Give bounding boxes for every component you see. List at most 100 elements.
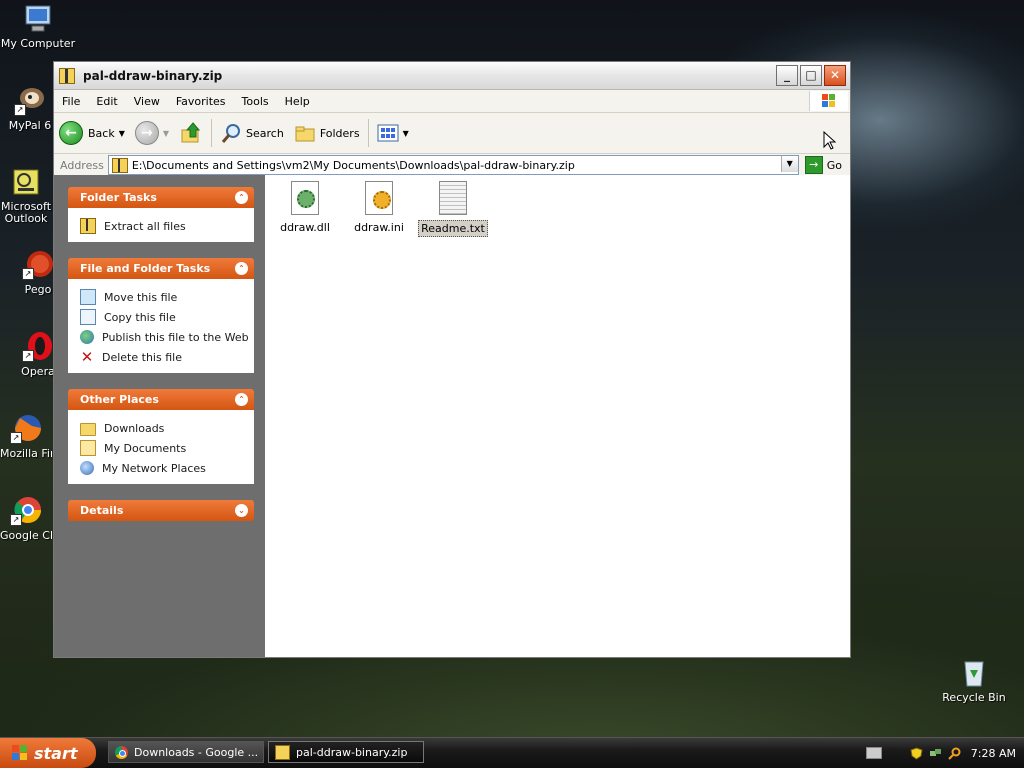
address-dropdown-button[interactable]: ▼	[780, 156, 798, 172]
file-item-readme-txt[interactable]: Readme.txt	[413, 181, 493, 237]
start-button[interactable]: start	[0, 738, 96, 768]
menu-favorites[interactable]: Favorites	[168, 95, 234, 108]
task-extract-all-files[interactable]: Extract all files	[80, 216, 254, 236]
taskbar-item-label: Downloads - Google ...	[134, 745, 259, 759]
close-button[interactable]: ✕	[824, 65, 846, 86]
desktop-icon-recycle-bin[interactable]: Recycle Bin	[936, 656, 1012, 704]
dll-file-icon	[291, 181, 319, 215]
clock[interactable]: 7:28 AM	[971, 747, 1016, 760]
taskbar-item-explorer[interactable]: pal-ddraw-binary.zip	[268, 741, 424, 763]
explorer-window: pal-ddraw-binary.zip _ □ ✕ File Edit Vie…	[53, 61, 851, 658]
folder-tasks-header[interactable]: Folder Tasks ⌃	[68, 187, 254, 208]
minimize-button[interactable]: _	[776, 65, 798, 86]
desktop-icon-label: Microsoft Outlook	[0, 201, 52, 225]
views-icon	[377, 124, 399, 142]
menu-bar: File Edit View Favorites Tools Help	[54, 90, 850, 113]
views-button[interactable]: ▼	[372, 117, 414, 149]
desktop-icon-my-computer[interactable]: My Computer	[0, 2, 76, 50]
task-label: Publish this file to the Web	[102, 330, 249, 344]
task-copy-file[interactable]: Copy this file	[80, 307, 254, 327]
chrome-icon: ↗	[10, 494, 42, 526]
file-name: ddraw.dll	[280, 221, 330, 234]
desktop-icon-mypal[interactable]: ↗ MyPal 6	[0, 84, 60, 132]
back-label: Back	[88, 126, 115, 140]
menu-file[interactable]: File	[54, 95, 88, 108]
maximize-button[interactable]: □	[800, 65, 822, 86]
group-title: File and Folder Tasks	[80, 262, 211, 275]
expand-icon[interactable]: ⌄	[235, 504, 248, 517]
windows-flag-icon	[822, 94, 836, 108]
window-title: pal-ddraw-binary.zip	[83, 68, 223, 83]
collapse-icon[interactable]: ⌃	[235, 393, 248, 406]
menu-tools[interactable]: Tools	[234, 95, 277, 108]
file-item-ddraw-dll[interactable]: ddraw.dll	[265, 181, 345, 235]
zip-folder-icon	[59, 67, 75, 84]
desktop-icon-label: MyPal 6	[8, 119, 52, 132]
network-places-icon	[80, 461, 94, 475]
place-my-network-places[interactable]: My Network Places	[80, 458, 254, 478]
desktop-icon-label: Google Chrome	[0, 529, 52, 542]
folders-label: Folders	[319, 126, 360, 140]
collapse-icon[interactable]: ⌃	[235, 262, 248, 275]
ini-file-icon	[365, 181, 393, 215]
taskbar-item-chrome[interactable]: Downloads - Google ...	[108, 741, 264, 763]
network-icon[interactable]	[929, 747, 942, 760]
back-arrow-icon: ←	[59, 121, 83, 145]
task-publish-web[interactable]: Publish this file to the Web	[80, 327, 254, 347]
folder-tasks-body: Extract all files	[68, 208, 254, 242]
desktop-icon-outlook[interactable]: Microsoft Outlook	[0, 166, 52, 225]
go-button[interactable]: → Go	[804, 156, 842, 174]
chevron-down-icon[interactable]: ▼	[119, 129, 125, 138]
windows-flag-icon	[12, 745, 28, 761]
file-name: ddraw.ini	[354, 221, 404, 234]
search-icon[interactable]	[948, 747, 961, 760]
up-folder-icon	[181, 122, 201, 143]
opera-icon: ↗	[22, 330, 54, 362]
task-label: Copy this file	[104, 310, 176, 324]
globe-icon	[80, 330, 94, 344]
chrome-icon	[115, 745, 128, 759]
windows-logo	[809, 91, 848, 111]
details-group: Details ⌄	[68, 500, 254, 521]
folder-tasks-group: Folder Tasks ⌃ Extract all files	[68, 187, 254, 242]
taskbar: start Downloads - Google ... pal-ddraw-b…	[0, 737, 1024, 768]
outlook-icon	[10, 166, 42, 198]
forward-arrow-icon: →	[134, 121, 159, 145]
folder-icon	[80, 423, 96, 436]
file-name: Readme.txt	[418, 220, 488, 237]
desktop-icon-label: Mozilla Firefox	[0, 447, 52, 460]
chevron-down-icon[interactable]: ▼	[403, 129, 409, 138]
taskbar-item-label: pal-ddraw-binary.zip	[296, 745, 408, 759]
other-places-header[interactable]: Other Places ⌃	[68, 389, 254, 410]
go-label: Go	[826, 158, 842, 172]
collapse-icon[interactable]: ⌃	[235, 191, 248, 204]
search-button[interactable]: Search	[215, 117, 289, 149]
file-folder-tasks-header[interactable]: File and Folder Tasks ⌃	[68, 258, 254, 279]
menu-edit[interactable]: Edit	[88, 95, 125, 108]
desktop-icon-firefox[interactable]: ↗ Mozilla Firefox	[0, 412, 52, 460]
title-bar[interactable]: pal-ddraw-binary.zip _ □ ✕	[54, 62, 850, 90]
mouse-cursor-icon	[823, 131, 837, 150]
place-my-documents[interactable]: My Documents	[80, 438, 254, 458]
menu-view[interactable]: View	[126, 95, 168, 108]
task-delete-file[interactable]: ✕ Delete this file	[80, 347, 254, 367]
up-folder-button[interactable]	[174, 117, 208, 149]
keyboard-icon[interactable]	[866, 747, 882, 759]
forward-button[interactable]: → ▼	[130, 117, 174, 149]
place-downloads[interactable]: Downloads	[80, 418, 254, 438]
menu-help[interactable]: Help	[277, 95, 318, 108]
chevron-down-icon[interactable]: ▼	[163, 129, 169, 138]
file-list-pane[interactable]: ddraw.dll ddraw.ini Readme.txt	[265, 175, 850, 657]
file-item-ddraw-ini[interactable]: ddraw.ini	[339, 181, 419, 235]
address-input[interactable]: E:\Documents and Settings\vm2\My Documen…	[107, 155, 799, 175]
folders-button[interactable]: Folders	[289, 117, 365, 149]
security-shield-icon[interactable]	[910, 746, 923, 760]
zip-folder-icon	[275, 744, 290, 760]
address-value: E:\Documents and Settings\vm2\My Documen…	[131, 158, 575, 172]
window-content: Folder Tasks ⌃ Extract all files File an…	[54, 175, 850, 657]
desktop-icon-chrome[interactable]: ↗ Google Chrome	[0, 494, 52, 542]
details-header[interactable]: Details ⌄	[68, 500, 254, 521]
folders-icon	[295, 126, 315, 142]
task-move-file[interactable]: Move this file	[80, 287, 254, 307]
back-button[interactable]: ← Back ▼	[54, 117, 130, 149]
